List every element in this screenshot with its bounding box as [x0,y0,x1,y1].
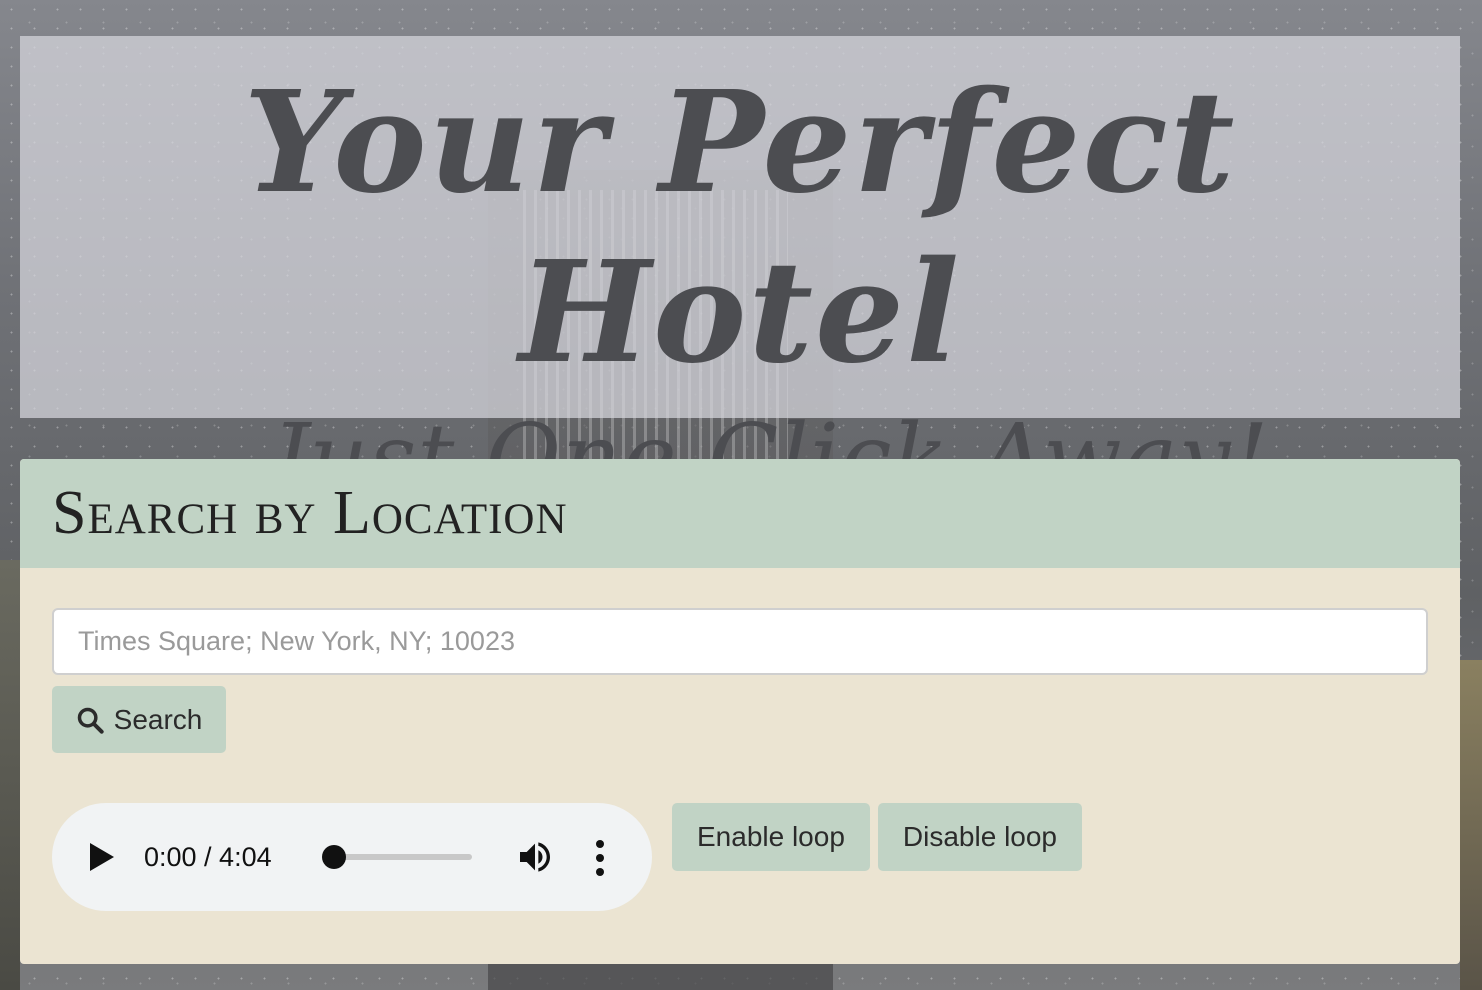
audio-progress-thumb[interactable] [322,845,346,869]
more-options-icon[interactable] [592,839,608,877]
search-panel: Search by Location Search 0:00 / 4:04 [20,459,1460,964]
audio-time-display: 0:00 / 4:04 [144,841,272,872]
background-city-left [0,560,20,990]
hero-title: Your Perfect Hotel [243,61,1237,395]
search-button-label: Search [113,703,203,735]
background-city-right [1460,660,1482,990]
media-controls-row: 0:00 / 4:04 Enable loop Disable loop [52,803,1428,911]
volume-icon[interactable] [515,837,555,877]
location-search-input[interactable] [52,608,1428,675]
audio-player[interactable]: 0:00 / 4:04 [52,803,652,911]
hero-banner: Your Perfect Hotel ..Just One Click Away… [20,36,1460,511]
search-button[interactable]: Search [52,686,226,753]
disable-loop-button[interactable]: Disable loop [877,803,1083,871]
search-icon [77,707,104,734]
audio-progress-slider[interactable] [322,845,472,869]
enable-loop-button[interactable]: Enable loop [672,803,870,871]
search-panel-header: Search by Location [20,459,1460,568]
search-panel-title: Search by Location [52,479,568,547]
search-panel-body: Search 0:00 / 4:04 En [20,568,1460,911]
play-icon[interactable] [90,843,114,871]
